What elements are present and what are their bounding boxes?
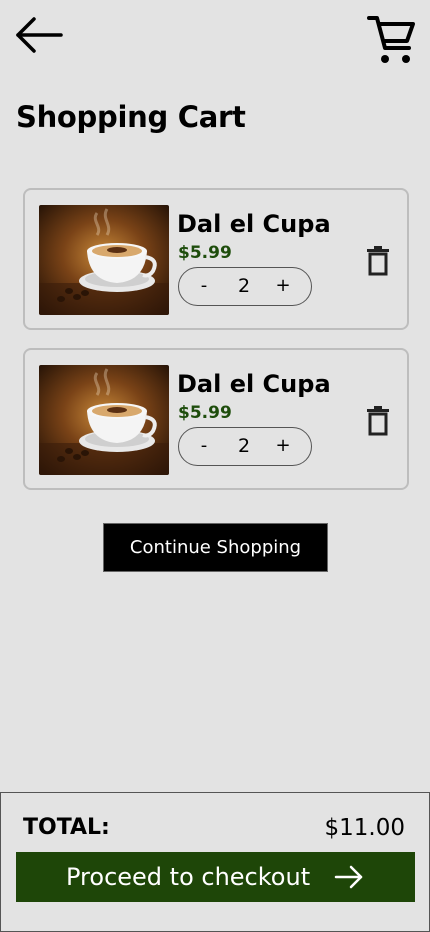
increase-quantity-button[interactable]: + [268,434,298,458]
item-price: $5.99 [178,243,232,263]
checkout-footer: TOTAL: $11.00 Proceed to checkout [0,792,430,932]
cart-button[interactable] [366,14,420,66]
quantity-value: 2 [237,435,251,457]
total-value: $11.00 [324,815,405,841]
trash-icon [367,406,389,436]
item-name: Dal el Cupa [177,370,331,398]
proceed-to-checkout-button[interactable]: Proceed to checkout [16,852,415,902]
item-name: Dal el Cupa [177,210,331,238]
increase-quantity-button[interactable]: + [268,274,298,298]
coffee-cup-image [39,365,169,475]
decrease-quantity-button[interactable]: - [189,434,219,458]
cart-item: Dal el Cupa $5.99 - 2 + [23,348,409,490]
decrease-quantity-button[interactable]: - [189,274,219,298]
quantity-stepper: - 2 + [178,427,312,466]
page-title: Shopping Cart [16,100,246,134]
trash-icon [367,246,389,276]
item-price: $5.99 [178,403,232,423]
delete-item-button[interactable] [365,246,391,276]
continue-shopping-button[interactable]: Continue Shopping [103,523,328,572]
total-label: TOTAL: [23,815,110,840]
arrow-left-icon [16,17,63,53]
back-button[interactable] [14,14,64,58]
arrow-right-icon [334,865,363,889]
shopping-cart-icon [367,16,415,63]
quantity-value: 2 [237,275,251,297]
delete-item-button[interactable] [365,406,391,436]
coffee-cup-image [39,205,169,315]
cart-item: Dal el Cupa $5.99 - 2 + [23,188,409,330]
checkout-label: Proceed to checkout [66,863,311,891]
top-bar [0,0,430,80]
quantity-stepper: - 2 + [178,267,312,306]
